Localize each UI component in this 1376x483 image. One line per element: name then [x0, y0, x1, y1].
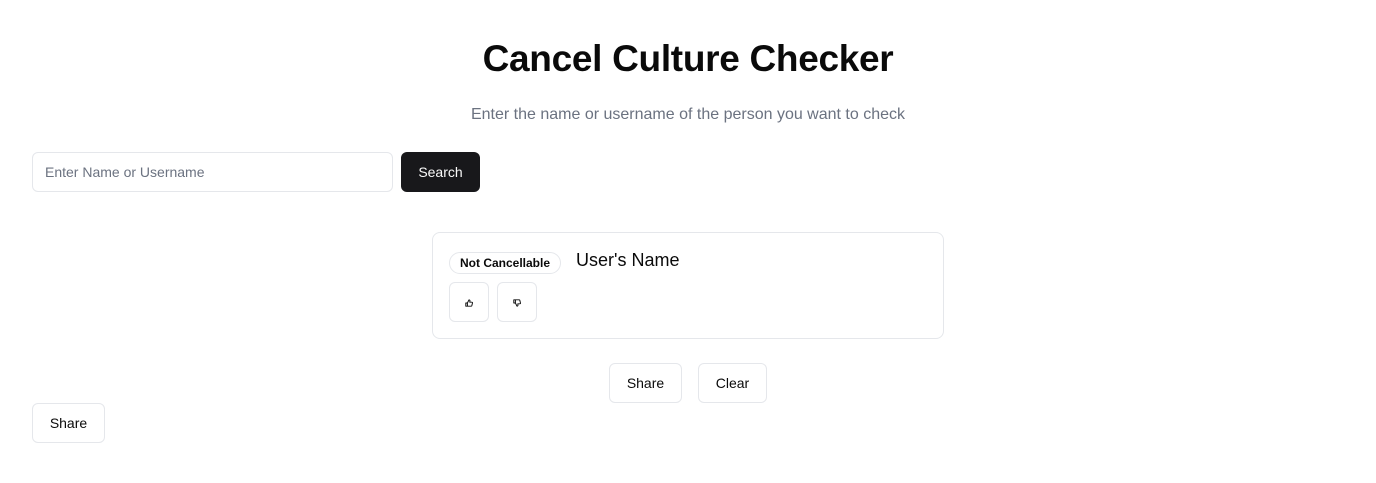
- thumbs-up-icon: [465, 295, 473, 310]
- search-input[interactable]: [32, 152, 393, 192]
- page-title: Cancel Culture Checker: [482, 38, 894, 79]
- clear-button[interactable]: Clear: [698, 363, 767, 403]
- downvote-button[interactable]: [497, 282, 537, 322]
- result-card: Not Cancellable User's Name: [432, 232, 944, 339]
- page: Cancel Culture Checker Enter the name or…: [0, 0, 1376, 483]
- status-badge: Not Cancellable: [449, 252, 562, 274]
- share-button-secondary[interactable]: Share: [32, 403, 105, 443]
- search-button[interactable]: Search: [401, 152, 480, 192]
- upvote-button[interactable]: [449, 282, 489, 322]
- user-name: User's Name: [576, 250, 680, 270]
- thumbs-down-icon: [513, 295, 521, 310]
- page-subtitle: Enter the name or username of the person…: [470, 106, 906, 123]
- share-button[interactable]: Share: [609, 363, 682, 403]
